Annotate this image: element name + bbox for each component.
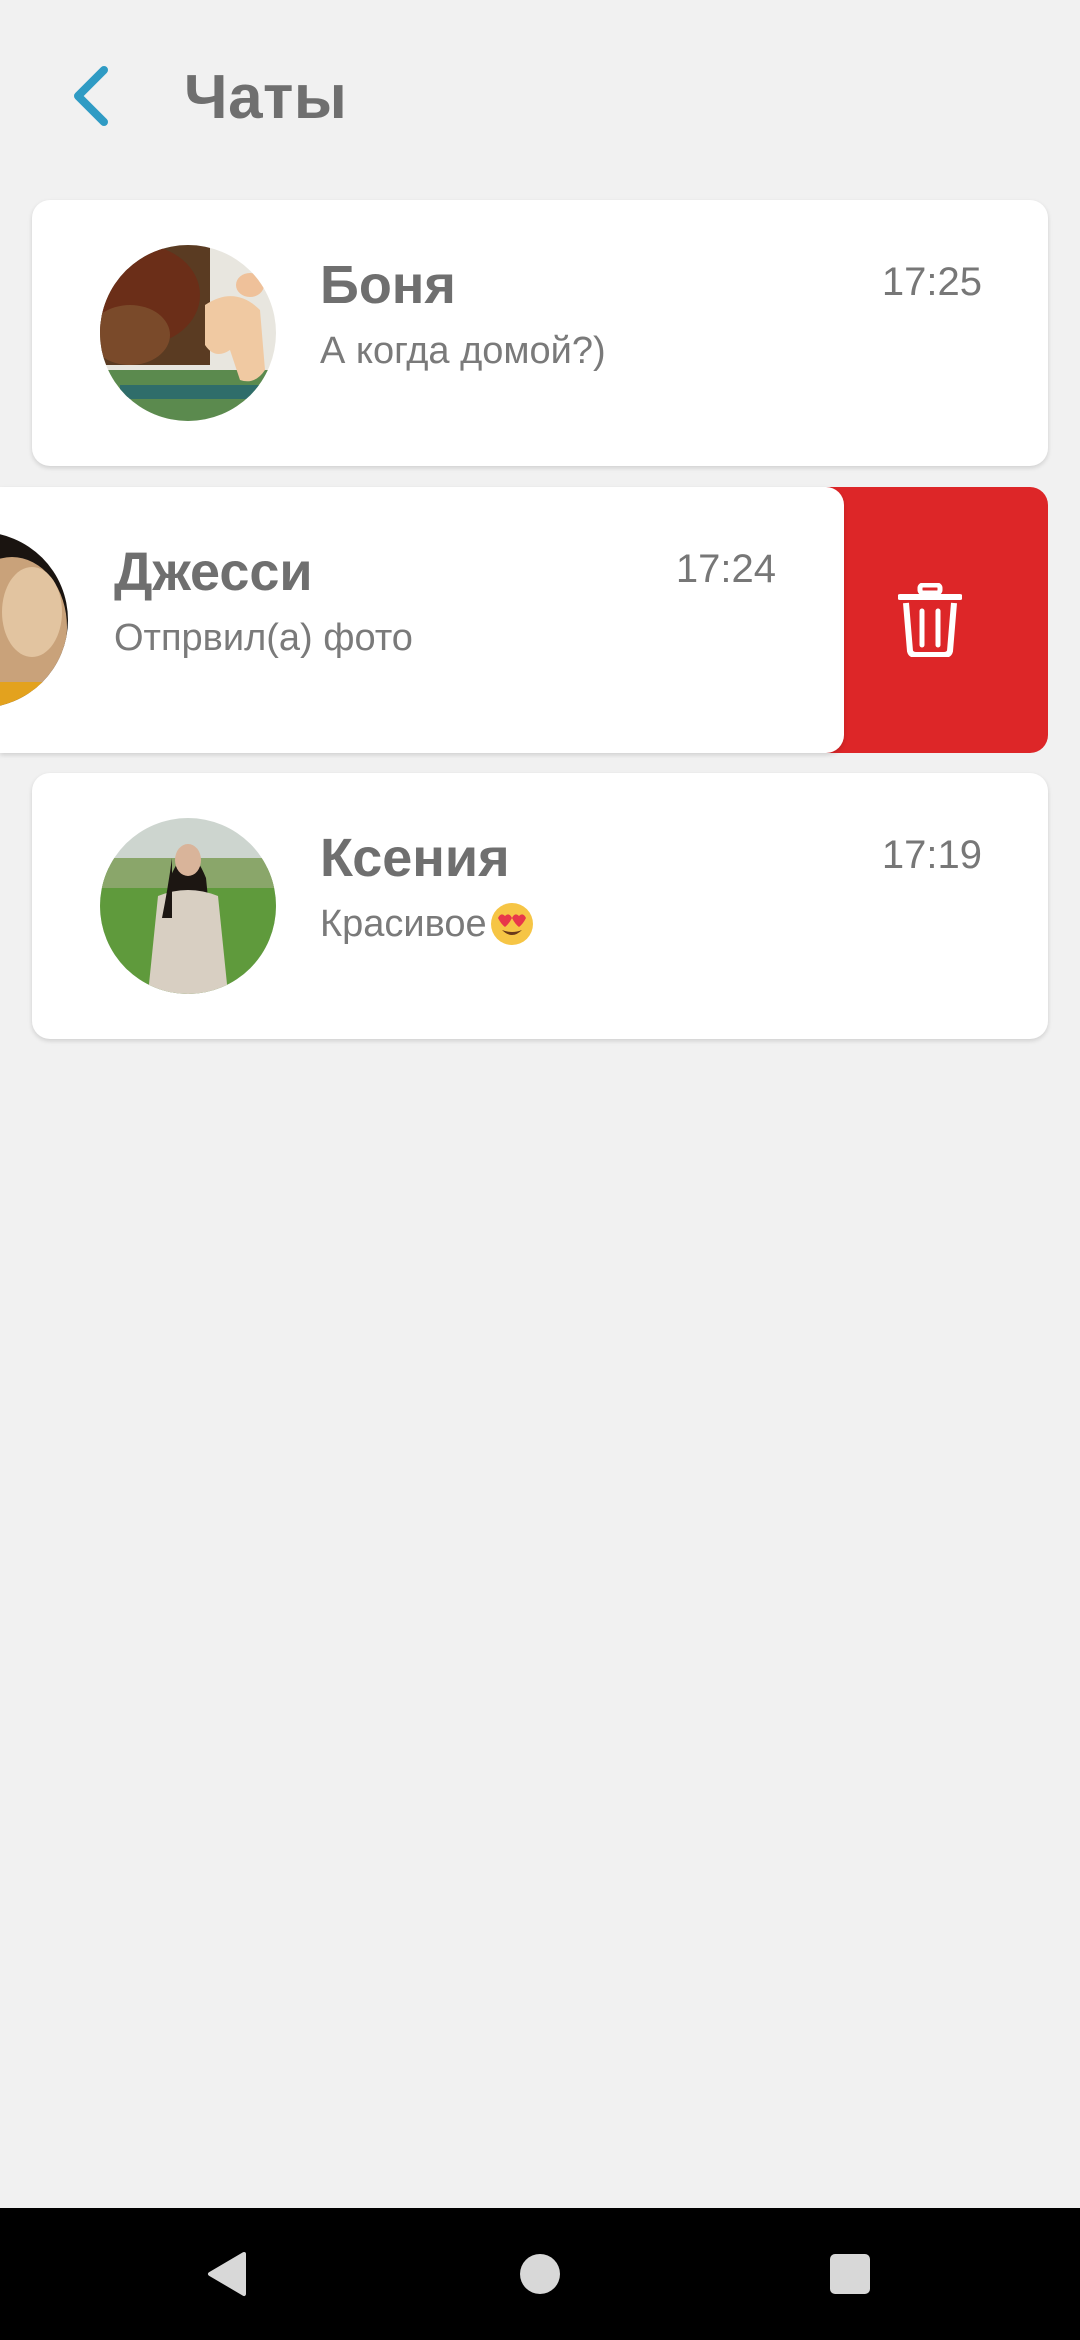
- nav-recents-button[interactable]: [810, 2234, 890, 2314]
- nav-back-icon: [208, 2252, 246, 2296]
- heart-eyes-emoji: [490, 903, 533, 945]
- chat-preview-text: Красивое: [320, 903, 487, 945]
- avatar: [0, 532, 68, 708]
- chat-card[interactable]: Джесси 17:24 Отпрвил(а) фото: [0, 487, 844, 753]
- chat-name: Боня: [320, 255, 456, 315]
- nav-back-button[interactable]: [186, 2234, 266, 2314]
- chat-time: 17:19: [881, 833, 982, 877]
- chat-preview: Отпрвил(а) фото: [114, 617, 413, 659]
- avatar: [100, 245, 276, 421]
- chat-card[interactable]: Боня 17:25 А когда домой?): [32, 200, 1048, 466]
- delete-button[interactable]: [812, 487, 1048, 753]
- trash-icon: [898, 583, 962, 657]
- page-title: Чаты: [184, 63, 348, 132]
- nav-home-button[interactable]: [500, 2234, 580, 2314]
- chat-preview: А когда домой?): [320, 330, 606, 372]
- chat-card[interactable]: Ксения 17:19 Красивое: [32, 773, 1048, 1039]
- chat-name: Ксения: [320, 828, 510, 888]
- chat-time: 17:25: [881, 260, 982, 304]
- chat-name: Джесси: [114, 542, 313, 602]
- app-header: Чаты: [0, 0, 1080, 190]
- back-button[interactable]: [58, 58, 122, 134]
- nav-recents-icon: [830, 2254, 870, 2294]
- chat-time: 17:24: [675, 547, 776, 591]
- chevron-left-icon: [74, 66, 108, 126]
- nav-home-icon: [520, 2254, 560, 2294]
- chat-item-jessie[interactable]: Джесси 17:24 Отпрвил(а) фото: [0, 487, 1048, 753]
- avatar: [100, 818, 276, 994]
- chat-item-bonya[interactable]: Боня 17:25 А когда домой?): [32, 200, 1048, 466]
- system-nav-bar: [0, 2208, 1080, 2340]
- chat-item-ksenia[interactable]: Ксения 17:19 Красивое: [32, 773, 1048, 1039]
- chat-preview: Красивое: [320, 895, 535, 953]
